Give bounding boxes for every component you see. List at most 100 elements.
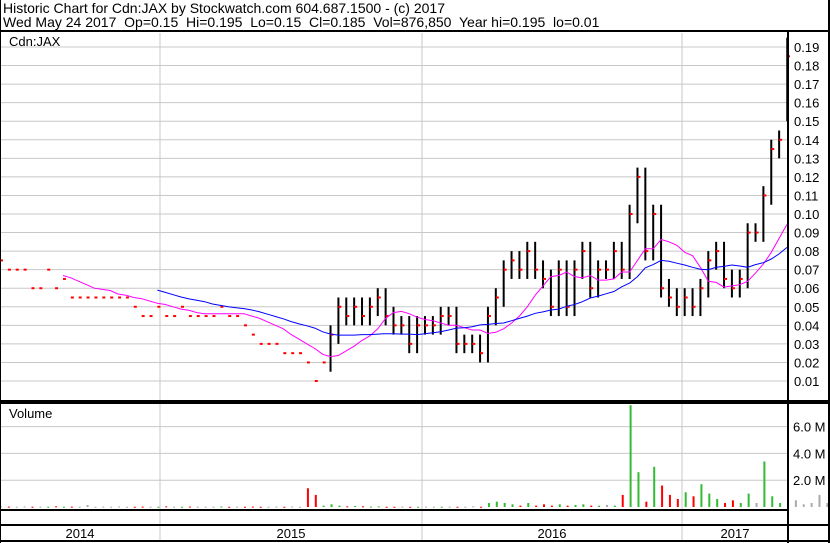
volume-bar — [110, 506, 113, 508]
volume-bar — [78, 506, 81, 508]
close-tick — [558, 268, 562, 271]
close-tick — [495, 296, 499, 299]
volume-bar — [621, 494, 624, 507]
price-tick-label: 0.18 — [794, 59, 819, 74]
close-tick — [346, 315, 350, 318]
close-tick — [582, 250, 586, 253]
volume-bar — [385, 506, 388, 508]
close-tick — [731, 287, 735, 290]
close-tick — [39, 287, 43, 290]
volume-bar — [810, 502, 813, 507]
volume-bar — [503, 502, 506, 507]
volume-bar — [291, 506, 294, 508]
volume-bar — [141, 506, 144, 508]
volume-bar — [779, 502, 782, 507]
close-tick — [157, 305, 161, 308]
volume-bar — [181, 506, 184, 508]
close-tick — [299, 352, 303, 355]
close-tick — [661, 287, 665, 290]
close-tick — [369, 305, 373, 308]
close-tick — [684, 296, 688, 299]
volume-bar — [590, 505, 593, 507]
volume-bar — [417, 506, 420, 508]
volume-bar — [401, 506, 404, 508]
close-tick — [141, 315, 145, 318]
volume-bar — [283, 506, 286, 508]
close-tick — [409, 342, 413, 345]
volume-bar — [220, 506, 223, 508]
close-tick — [118, 296, 122, 299]
close-tick — [676, 305, 680, 308]
close-tick — [377, 296, 381, 299]
volume-bar — [346, 506, 349, 508]
volume-bar — [448, 506, 451, 508]
volume-bar — [330, 504, 333, 507]
close-tick — [637, 175, 641, 178]
close-tick — [440, 315, 444, 318]
volume-bar — [684, 492, 687, 507]
close-tick — [149, 315, 153, 318]
volume-bar — [527, 502, 530, 507]
close-tick — [165, 315, 169, 318]
volume-bar — [55, 506, 58, 508]
volume-bar — [299, 506, 302, 508]
volume-bar — [165, 506, 168, 508]
close-tick — [86, 296, 90, 299]
close-tick — [78, 296, 82, 299]
volume-bar — [23, 506, 26, 508]
close-tick — [362, 315, 366, 318]
price-tick-label: 0.17 — [794, 77, 819, 92]
close-tick — [393, 324, 397, 327]
price-tick-label: 0.04 — [794, 318, 819, 333]
volume-bar — [511, 504, 514, 507]
volume-bar — [212, 506, 215, 508]
volume-bar — [763, 461, 766, 507]
year-label: 2014 — [66, 526, 95, 541]
volume-bar — [102, 506, 105, 508]
volume-bar — [251, 506, 254, 508]
volume-bar — [574, 504, 577, 507]
close-tick — [133, 305, 137, 308]
close-tick — [275, 342, 279, 345]
price-tick-label: 0.07 — [794, 263, 819, 278]
volume-bar — [692, 496, 695, 507]
volume-bar — [629, 405, 632, 507]
close-tick — [62, 277, 66, 280]
price-tick-label: 0.08 — [794, 244, 819, 259]
volume-bar — [771, 496, 774, 507]
close-tick — [31, 287, 35, 290]
volume-bar — [755, 502, 758, 507]
close-tick — [243, 324, 247, 327]
volume-bar — [188, 506, 191, 508]
volume-tick-label: 6.0 M — [793, 420, 826, 435]
volume-bar — [125, 506, 128, 508]
close-tick — [401, 324, 405, 327]
close-tick — [94, 296, 98, 299]
price-tick-label: 0.13 — [794, 151, 819, 166]
close-tick — [487, 315, 491, 318]
close-tick — [448, 315, 452, 318]
volume-bar — [495, 501, 498, 507]
close-tick — [621, 268, 625, 271]
volume-bar — [519, 505, 522, 507]
price-tick-label: 0.06 — [794, 281, 819, 296]
close-tick — [291, 352, 295, 355]
volume-bar — [15, 506, 18, 508]
volume-bar — [598, 505, 601, 507]
close-tick — [590, 287, 594, 290]
volume-bar — [62, 506, 65, 508]
volume-bar — [550, 505, 553, 507]
volume-bar — [747, 493, 750, 507]
volume-bar — [259, 506, 262, 508]
volume-bar — [700, 484, 703, 507]
volume-bar — [480, 506, 483, 508]
volume-bar — [243, 506, 246, 508]
close-tick — [102, 296, 106, 299]
volume-bar — [456, 506, 459, 508]
close-tick — [338, 305, 342, 308]
close-tick — [535, 268, 539, 271]
close-tick — [519, 268, 523, 271]
price-tick-label: 0.01 — [794, 374, 819, 389]
volume-bar — [31, 506, 34, 508]
close-tick — [629, 212, 633, 215]
